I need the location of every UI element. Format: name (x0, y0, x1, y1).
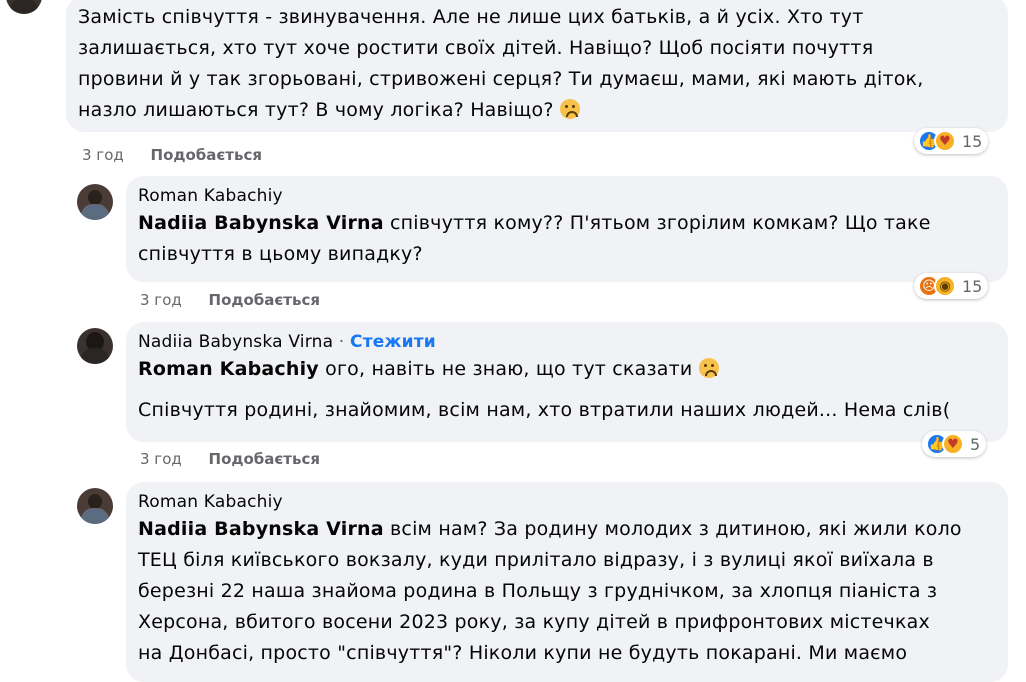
comment-meta: 3 год Подобається (82, 146, 262, 164)
comment-text-line: Співчуття родині, знайомим, всім нам, хт… (138, 399, 951, 421)
comment-text-line: березні 22 наша знайома родина в Польщу … (138, 580, 938, 602)
reaction-count: 5 (970, 434, 981, 454)
reactions-summary[interactable]: 👍 ♥ 15 (914, 128, 989, 154)
reactions-summary[interactable]: ☹ ◉ 15 (914, 273, 989, 299)
comment-text-line: Roman Kabachiy ого, навіть не знаю, що т… (138, 354, 996, 385)
care-icon: ♥ (942, 433, 964, 455)
comment-author[interactable]: Nadiia Babynska Virna (138, 332, 333, 352)
comment-bubble: Nadiia Babynska Virna · Стежити Roman Ka… (126, 322, 1008, 442)
comment-bubble: Roman Kabachiy Nadiia Babynska Virna всі… (126, 482, 1008, 682)
comment-bubble: Roman Kabachiy Nadiia Babynska Virna спі… (126, 176, 1008, 282)
avatar[interactable] (77, 488, 113, 524)
care-icon: ♥ (934, 130, 956, 152)
comment-time[interactable]: 3 год (140, 291, 182, 309)
like-button[interactable]: Подобається (209, 450, 320, 468)
reaction-count: 15 (962, 276, 983, 296)
avatar[interactable] (77, 328, 113, 364)
comment-text-line: провини й у так згорьовані, стривожені с… (78, 68, 924, 90)
comment-text-line: Замість співчуття - звинувачення. Але не… (78, 6, 864, 28)
comment-meta: 3 год Подобається (140, 291, 320, 309)
comment-author[interactable]: Roman Kabachiy (138, 184, 996, 208)
comment-meta: 3 год Подобається (140, 450, 320, 468)
avatar[interactable] (6, 0, 42, 14)
wow-icon: ◉ (934, 275, 956, 297)
crying-face-icon (559, 99, 580, 119)
comment-time[interactable]: 3 год (140, 450, 182, 468)
comment-text-line: на Донбасі, просто "співчуття"? Ніколи к… (138, 642, 908, 664)
comment-text-line: залишається, хто тут хоче ростити своїх … (78, 37, 874, 59)
comment-text-line: Nadiia Babynska Virna співчуття кому?? П… (138, 212, 931, 234)
follow-button[interactable]: Стежити (350, 332, 436, 352)
avatar[interactable] (77, 184, 113, 220)
comment-author-row: Nadiia Babynska Virna · Стежити (138, 330, 996, 354)
like-button[interactable]: Подобається (209, 291, 320, 309)
comment-author[interactable]: Roman Kabachiy (138, 490, 996, 514)
separator: · (338, 332, 345, 352)
comment-text-line: назло лишаються тут? В чому логіка? Наві… (78, 95, 996, 126)
like-button[interactable]: Подобається (151, 146, 262, 164)
comment-bubble: Замість співчуття - звинувачення. Але не… (66, 0, 1008, 132)
reactions-summary[interactable]: 👍 ♥ 5 (922, 431, 987, 457)
comment-text-line: ТЕЦ біля київського вокзалу, куди приліт… (138, 549, 934, 571)
comment-text-line: співчуття в цьому випадку? (138, 243, 423, 265)
mention-link[interactable]: Roman Kabachiy (138, 358, 319, 380)
crying-face-icon (698, 358, 719, 378)
reaction-count: 15 (962, 131, 983, 151)
mention-link[interactable]: Nadiia Babynska Virna (138, 518, 384, 540)
comment-text-line: Херсона, вбитого восени 2023 року, за ку… (138, 611, 930, 633)
mention-link[interactable]: Nadiia Babynska Virna (138, 212, 384, 234)
comment-text-line: Nadiia Babynska Virna всім нам? За родин… (138, 518, 962, 540)
comment-time[interactable]: 3 год (82, 146, 124, 164)
